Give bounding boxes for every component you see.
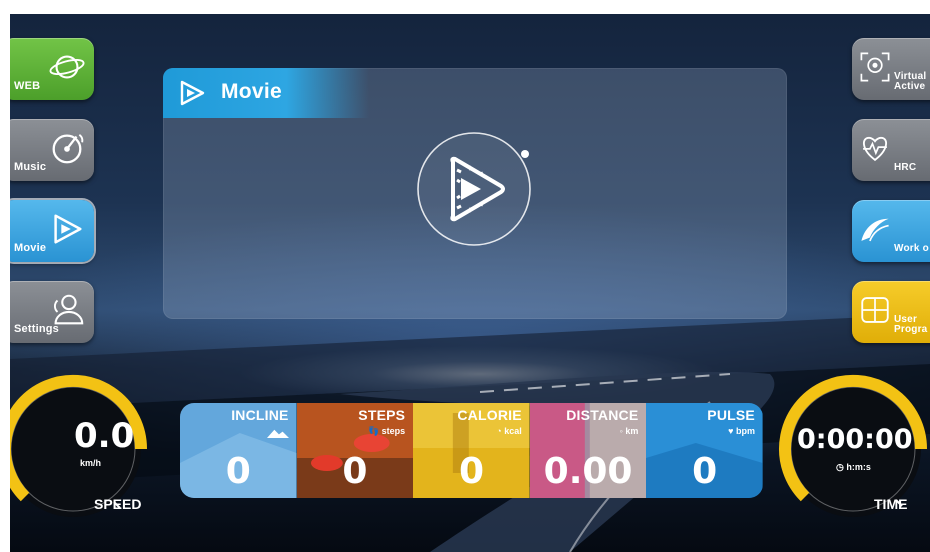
menu-settings-button[interactable]: Settings — [10, 281, 94, 343]
menu-virtual-active-line2: Active — [894, 81, 926, 92]
web-icon — [49, 55, 85, 79]
menu-hrc-line2: HRC — [894, 162, 917, 173]
virtual-active-icon — [860, 52, 890, 82]
workout-icon — [861, 218, 889, 242]
stat-steps-value: 0 — [342, 451, 368, 492]
stat-distance-unit: ◦ km — [620, 426, 639, 436]
menu-music-button[interactable]: Music — [10, 119, 94, 181]
stat-incline-value: 0 — [225, 451, 251, 492]
stat-calorie-unit: ◔ kcal — [496, 426, 521, 436]
movie-play-button[interactable] — [409, 124, 539, 254]
time-title: TIME — [874, 496, 908, 512]
menu-virtual-active-button[interactable]: Virtual Active — [852, 38, 930, 100]
movie-panel-header: Movie — [163, 68, 369, 118]
menu-workout-line2: Work o — [894, 243, 929, 254]
stat-calorie-value: 0 — [458, 451, 485, 492]
treadmill-console: WEB Music Movie Settings Virtual Active … — [10, 14, 930, 552]
footprint-icon: 👣 — [367, 426, 380, 436]
stat-steps-unit: 👣 steps — [368, 426, 405, 437]
menu-web-label: WEB — [14, 80, 41, 92]
stat-calorie-unit-text: kcal — [504, 426, 522, 436]
movie-panel-title: Movie — [221, 80, 283, 103]
movie-header-icon — [180, 80, 205, 106]
menu-user-program-button[interactable]: User Progra — [852, 281, 930, 343]
speed-unit: km/h — [80, 458, 102, 468]
menu-settings-label: Settings — [14, 323, 59, 335]
music-icon — [52, 133, 84, 164]
menu-hrc-button[interactable]: HRC — [852, 119, 930, 181]
stat-distance: DISTANCE ◦ km 0.00 — [529, 403, 647, 498]
menu-workout-button[interactable]: Work o — [852, 200, 930, 262]
stat-distance-label: DISTANCE — [566, 407, 639, 423]
heart-icon: ♥ — [728, 426, 734, 436]
speed-title: SPEED — [94, 496, 142, 512]
menu-music-label: Music — [14, 161, 47, 173]
menu-web-button[interactable]: WEB — [10, 38, 94, 100]
stat-pulse-unit-text: bpm — [735, 426, 755, 436]
stat-calorie: CALORIE ◔ kcal 0 — [413, 403, 530, 498]
stat-pulse-value: 0 — [692, 451, 718, 492]
stat-steps-unit-text: steps — [381, 426, 406, 436]
stat-pulse-label: PULSE — [707, 407, 755, 423]
menu-workout-label: Work o — [894, 234, 929, 254]
stat-distance-value: 0.00 — [543, 451, 633, 492]
menu-hrc-label: HRC — [894, 153, 916, 173]
speed-gauge: 0.0 km/h SPEED — [10, 374, 148, 524]
movie-panel: Movie — [163, 68, 787, 319]
stat-calorie-label: CALORIE — [457, 407, 522, 423]
time-unit-text: h:m:s — [846, 462, 871, 472]
distance-icon: ◦ — [619, 426, 623, 436]
stat-pulse-unit: ♥ bpm — [728, 426, 755, 436]
time-gauge: 0:00:00 ◷ h:m:s TIME — [778, 374, 928, 524]
time-value: 0:00:00 — [797, 424, 913, 455]
menu-movie-button[interactable]: Movie — [10, 200, 94, 262]
menu-user-program-line2: Progra — [894, 324, 928, 335]
stat-incline-label: INCLINE — [231, 407, 289, 423]
workout-stats-bar: INCLINE 0 STEPS 👣 steps 0 CALORIE ◔ kcal… — [180, 403, 763, 498]
heart-pulse-icon — [863, 136, 887, 162]
stat-steps-label: STEPS — [358, 407, 406, 423]
movie-icon — [54, 214, 82, 244]
stat-distance-unit-text: km — [625, 426, 639, 436]
user-program-icon — [861, 297, 889, 323]
speed-value: 0.0 — [74, 416, 135, 456]
clock-icon: ◷ — [836, 462, 844, 472]
stat-incline: INCLINE 0 — [180, 403, 297, 498]
time-unit: ◷ h:m:s — [836, 462, 871, 473]
stat-pulse: PULSE ♥ bpm 0 — [646, 403, 763, 498]
menu-movie-label: Movie — [14, 242, 47, 254]
menu-user-program-label: User Progra — [894, 315, 927, 335]
incline-icon — [266, 429, 289, 438]
stat-steps: STEPS 👣 steps 0 — [296, 403, 414, 498]
flame-icon: ◔ — [496, 426, 502, 436]
menu-virtual-active-label: Virtual Active — [894, 72, 926, 92]
